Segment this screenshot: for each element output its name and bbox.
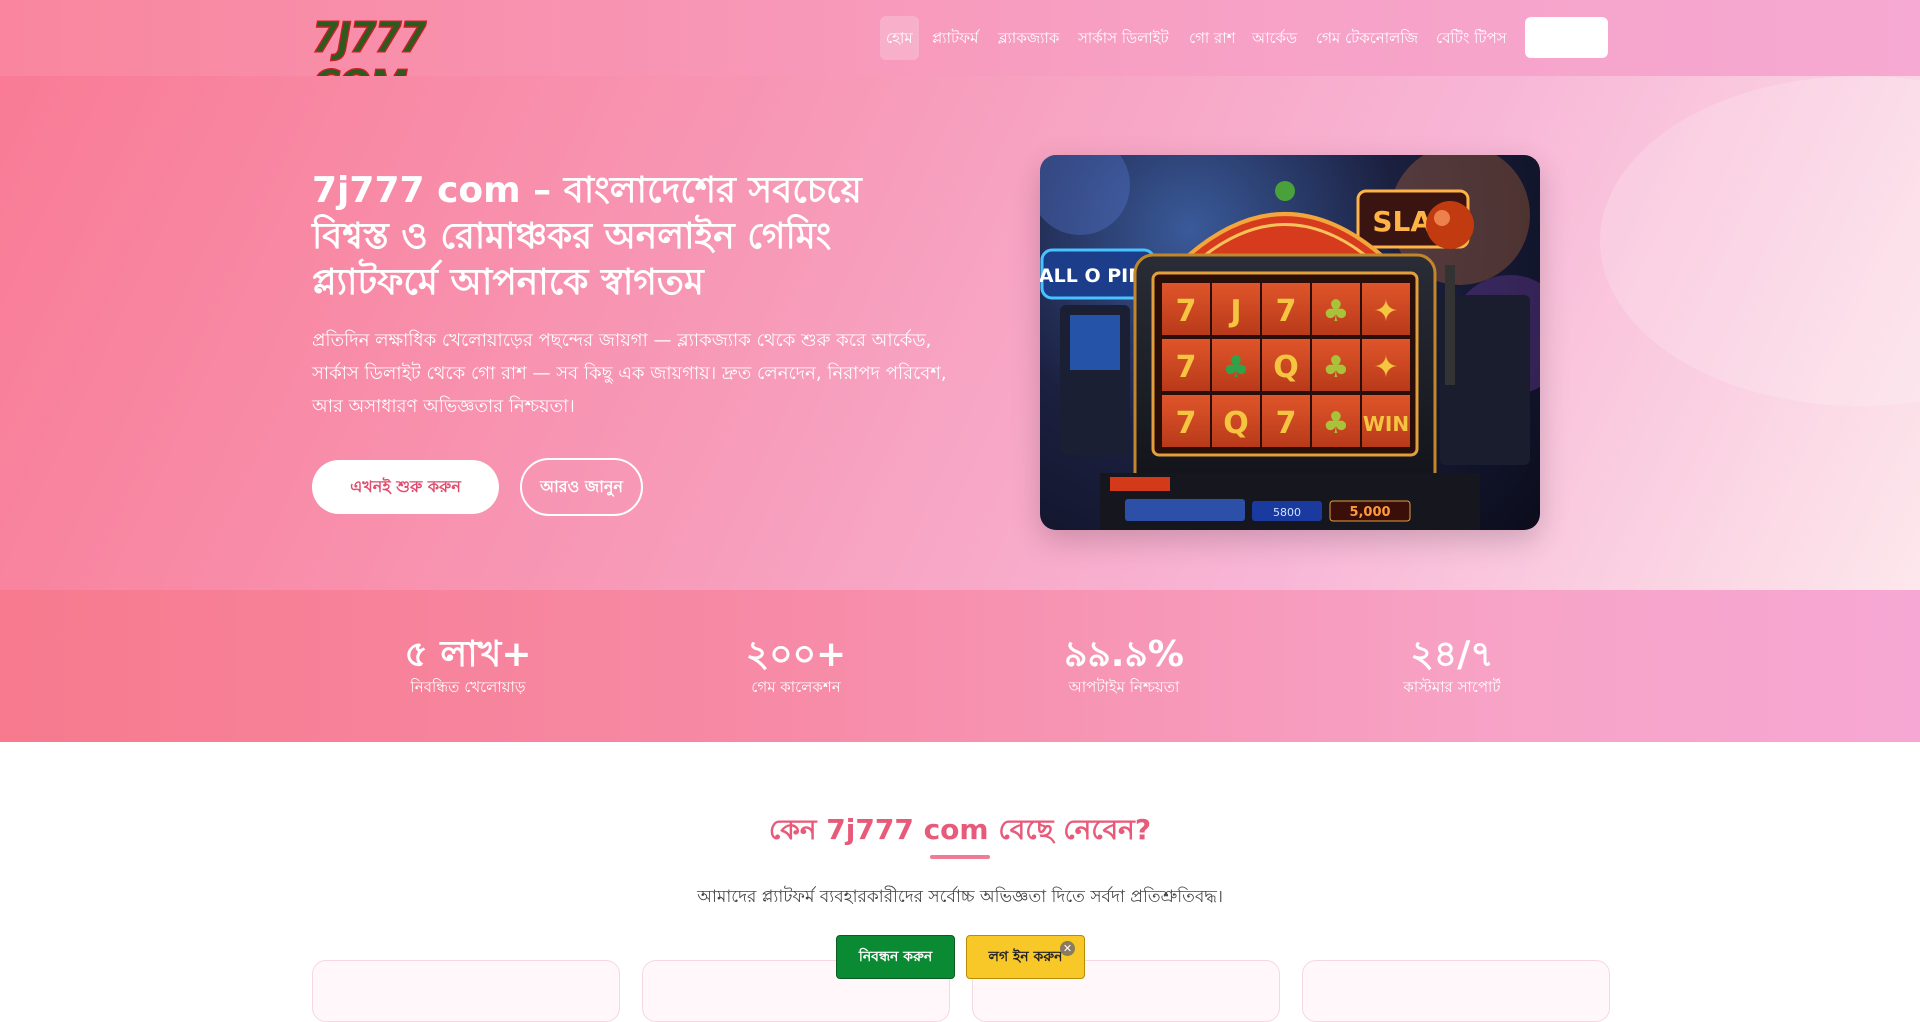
why-section-title: কেন 7j777 com বেছে নেবেন? (768, 813, 1152, 846)
nav-item-arcade[interactable]: আর্কেড (1246, 16, 1303, 60)
nav-item-blackjack[interactable]: ব্ল্যাকজ্যাক (992, 16, 1065, 60)
reel-symbol: ♣ (1323, 350, 1350, 385)
stat-label-uptime: আপটাইম নিশ্চয়তা (1068, 678, 1180, 696)
reel-symbol: 7 (1276, 294, 1297, 329)
nav-item-platform[interactable]: প্ল্যাটফর্ম (926, 16, 984, 60)
stat-label-games: গেম কালেকশন (751, 678, 841, 696)
site-logo[interactable]: 7J777 COM (311, 13, 485, 111)
reel-symbol: 7 (1176, 294, 1197, 329)
reel-symbol: WIN (1363, 412, 1409, 436)
reel-symbol: Q (1273, 350, 1299, 385)
hero-section: 7j777 com – বাংলাদেশের সবচেয়ে বিশ্বস্ত … (0, 76, 1920, 590)
reel-grid: 7 J 7 ♣ ✦ 7 ♣ Q ♣ ✦ 7 Q 7 ♣ WIN (1162, 283, 1410, 447)
reel-symbol: 7 (1176, 350, 1197, 385)
nav-item-betting-tips[interactable]: বেটিং টিপস (1430, 16, 1513, 60)
hero-description: প্রতিদিন লক্ষাধিক খেলোয়াড়ের পছন্দের জা… (312, 330, 947, 417)
reel-symbol: ♣ (1223, 350, 1250, 385)
slot-machine-illustration: ALL O PINE SLAR 7 J 7 ♣ ✦ 7 ♣ Q ♣ ✦ 7 Q … (1040, 155, 1540, 530)
reel-symbol: ✦ (1373, 350, 1398, 385)
reel-symbol: ♣ (1323, 406, 1350, 441)
stat-label-support: কাস্টমার সাপোর্ট (1403, 678, 1501, 696)
nav-item-home[interactable]: হোম (880, 16, 919, 60)
header-action-button[interactable] (1525, 17, 1608, 58)
credit-right: 5,000 (1349, 505, 1390, 520)
site-header: 7J777 COM হোম প্ল্যাটফর্ম ব্ল্যাকজ্যাক স… (0, 0, 1920, 111)
reel-symbol: ♣ (1323, 294, 1350, 329)
hero-decorative-shape (1600, 76, 1920, 406)
reel-symbol: ✦ (1373, 294, 1398, 329)
why-section-description: আমাদের প্ল্যাটফর্ম ব্যবহারকারীদের সর্বোচ… (697, 887, 1223, 907)
reel-symbol: J (1228, 294, 1241, 329)
stat-label-players: নিবন্ধিত খেলোয়াড় (410, 678, 526, 696)
hero-title: 7j777 com – বাংলাদেশের সবচেয়ে বিশ্বস্ত … (312, 170, 862, 303)
close-icon[interactable]: ✕ (1060, 941, 1075, 956)
nav-item-go-rush[interactable]: গো রাশ (1183, 16, 1242, 60)
learn-more-button[interactable]: আরও জানুন (520, 458, 643, 516)
stats-section: ৫ লাখ+ নিবন্ধিত খেলোয়াড় ২০০+ গেম কালেক… (0, 590, 1920, 742)
nav-item-circus-delight[interactable]: সার্কাস ডিলাইট (1072, 16, 1175, 60)
slot-machine-image: ALL O PINE SLAR 7 J 7 ♣ ✦ 7 ♣ Q ♣ ✦ 7 Q … (1040, 155, 1540, 530)
floating-register-button[interactable]: নিবন্ধন করুন (836, 935, 955, 979)
nav-item-game-technology[interactable]: গেম টেকনোলজি (1310, 16, 1424, 60)
feature-card (312, 960, 620, 1022)
credit-left: 5800 (1273, 506, 1301, 519)
reel-symbol: 7 (1176, 406, 1197, 441)
start-now-button[interactable]: এখনই শুরু করুন (312, 460, 499, 514)
reel-symbol: Q (1223, 406, 1249, 441)
title-underline (930, 855, 990, 859)
reel-symbol: 7 (1276, 406, 1297, 441)
feature-card (1302, 960, 1610, 1022)
